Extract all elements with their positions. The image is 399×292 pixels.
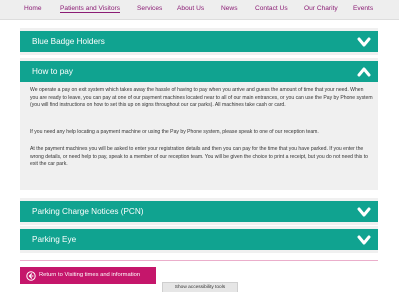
- return-button-label: Return to Visiting times and information: [39, 272, 141, 278]
- nav-news[interactable]: News: [221, 5, 238, 12]
- accordion-title: Blue Badge Holders: [32, 37, 105, 46]
- how-to-pay-paragraph: If you need any help locating a payment …: [30, 129, 319, 135]
- nav-patients-and-visitors[interactable]: Patients and Visitors: [60, 5, 120, 12]
- nav-our-charity[interactable]: Our Charity: [304, 5, 338, 12]
- nav-contact-us[interactable]: Contact Us: [255, 5, 288, 12]
- arrow-left-circle-icon: [26, 270, 36, 281]
- how-to-pay-paragraph: We operate a pay on exit system which ta…: [30, 87, 373, 108]
- chevron-down-icon: [357, 37, 371, 47]
- chevron-down-icon: [357, 207, 371, 217]
- section-divider: [20, 260, 378, 261]
- accordion-title: Parking Eye: [32, 235, 77, 244]
- accordion-how-to-pay[interactable]: How to pay: [20, 61, 378, 82]
- top-navigation: Home Patients and Visitors Services Abou…: [0, 0, 399, 20]
- accessibility-tools-label: Show accessibility tools: [174, 284, 226, 290]
- nav-about-us[interactable]: About Us: [177, 5, 204, 12]
- accordion-parking-eye[interactable]: Parking Eye: [20, 229, 378, 250]
- how-to-pay-paragraph: At the payment machines you will be aske…: [30, 146, 368, 167]
- accessibility-tools-tab[interactable]: Show accessibility tools: [162, 282, 238, 292]
- nav-services[interactable]: Services: [137, 5, 162, 12]
- return-to-visiting-button[interactable]: Return to Visiting times and information: [20, 267, 156, 284]
- nav-events[interactable]: Events: [353, 5, 373, 12]
- accordion-title: Parking Charge Notices (PCN): [32, 207, 144, 216]
- nav-home[interactable]: Home: [24, 5, 42, 12]
- chevron-up-icon: [357, 67, 371, 77]
- accordion-title: How to pay: [32, 67, 73, 76]
- accordion-blue-badge-holders[interactable]: Blue Badge Holders: [20, 31, 378, 52]
- accordion-parking-charge-notices[interactable]: Parking Charge Notices (PCN): [20, 201, 378, 222]
- chevron-down-icon: [357, 235, 371, 245]
